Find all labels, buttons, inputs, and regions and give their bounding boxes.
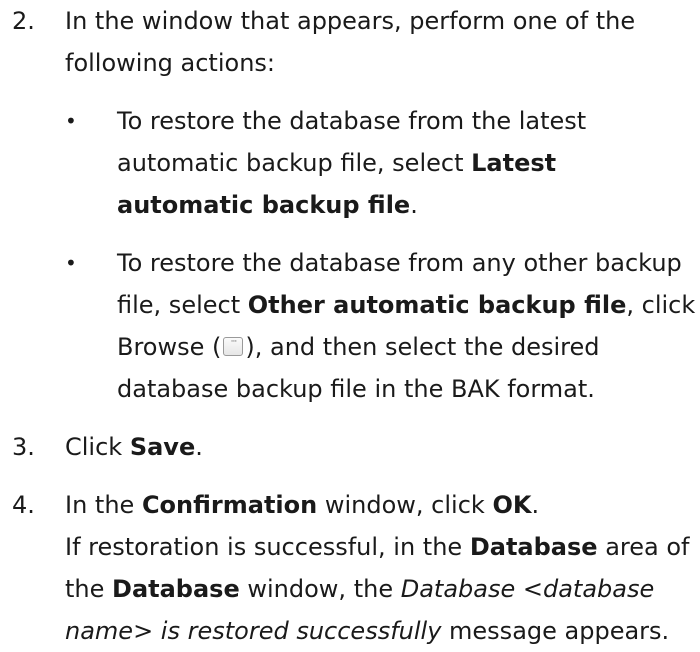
step-body: In the window that appears, perform one … — [65, 0, 695, 410]
bullet-mark: • — [65, 251, 77, 275]
step-body: Click Save. — [65, 426, 695, 468]
result-text: If restoration is successful, in the — [65, 533, 470, 561]
step-text: In the — [65, 491, 142, 519]
ui-term-database-window: Database — [112, 575, 240, 603]
bullet-text: . — [410, 191, 418, 219]
step-text-line: In the Confirmation window, click OK. — [65, 484, 695, 526]
bullet-body: To restore the database from any other b… — [117, 242, 697, 410]
browse-button-icon — [223, 321, 244, 363]
result-text: message appears. — [441, 617, 670, 645]
ui-term-database-area: Database — [469, 533, 598, 561]
bullet-list: • To restore the database from the lates… — [65, 100, 695, 410]
step-text: . — [195, 433, 203, 461]
step-number: 2. — [12, 7, 35, 35]
ui-term-save: Save — [129, 433, 196, 461]
step-text: Click — [65, 433, 130, 461]
ui-term-ok: OK — [492, 491, 532, 519]
step-body: In the Confirmation window, click OK. If… — [65, 484, 695, 652]
step-number: 4. — [12, 491, 35, 519]
bullet-item: • To restore the database from the lates… — [65, 100, 695, 226]
step-3: 3. Click Save. — [0, 426, 700, 468]
ui-term-confirmation: Confirmation — [141, 491, 318, 519]
result-text: window, the — [239, 575, 401, 603]
step-text: window, click — [317, 491, 493, 519]
ui-term-other-automatic-backup-file: Other automatic backup file — [247, 291, 627, 319]
step-4: 4. In the Confirmation window, click OK.… — [0, 484, 700, 652]
bullet-mark: • — [65, 109, 77, 133]
bullet-body: To restore the database from the latest … — [117, 100, 697, 226]
step-text: . — [531, 491, 540, 519]
step-number: 3. — [12, 433, 35, 461]
instructions-document: 2. In the window that appears, perform o… — [0, 0, 700, 652]
step-text: In the window that appears, perform one … — [65, 7, 636, 77]
step-2: 2. In the window that appears, perform o… — [0, 0, 700, 410]
bullet-item: • To restore the database from any other… — [65, 242, 695, 410]
step-result: If restoration is successful, in the Dat… — [65, 526, 695, 652]
